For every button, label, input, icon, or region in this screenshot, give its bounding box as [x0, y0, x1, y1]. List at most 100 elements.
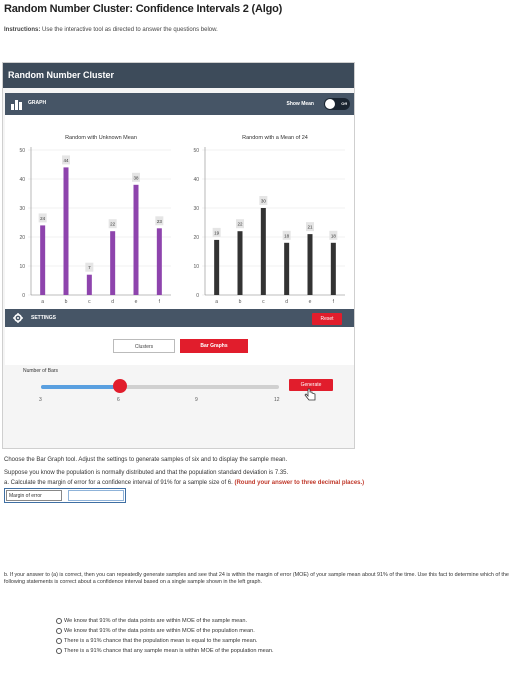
settings-label: SETTINGS	[31, 315, 57, 321]
radio-button[interactable]	[56, 618, 62, 624]
answer-option[interactable]: There is a 91% chance that the populatio…	[56, 637, 274, 647]
bar-value-label: 21	[307, 225, 313, 230]
chart-bar	[40, 225, 46, 295]
instructions: Instructions: Use the interactive tool a…	[4, 27, 218, 33]
rounding-note: (Round your answer to three decimal plac…	[234, 480, 365, 486]
x-tick-label: c	[88, 299, 91, 305]
toggle-knob	[325, 99, 335, 109]
settings-bar[interactable]: SETTINGS	[5, 309, 354, 327]
chart-bar	[133, 184, 139, 295]
y-tick-label: 0	[22, 293, 25, 299]
slider-tick: 3	[39, 397, 42, 403]
bar-value-label: 24	[40, 216, 46, 221]
chart-bar	[307, 234, 313, 295]
chart-bar	[284, 242, 290, 295]
instruction-line-1: Choose the Bar Graph tool. Adjust the se…	[4, 457, 288, 463]
y-tick-label: 30	[193, 206, 199, 212]
bar-value-label: 30	[261, 199, 267, 204]
random-number-cluster-widget: Random Number Cluster GRAPH Show Mean Of…	[2, 62, 355, 449]
chart-bar	[237, 231, 243, 295]
x-tick-label: a	[41, 299, 44, 305]
answer-option[interactable]: There is a 91% chance that any sample me…	[56, 647, 274, 657]
show-mean-label: Show Mean	[286, 101, 314, 107]
slider-fill	[41, 385, 121, 389]
option-text: We know that 91% of the data points are …	[64, 628, 255, 634]
margin-of-error-label: Margin of error	[6, 490, 62, 501]
x-tick-label: d	[285, 299, 288, 305]
bar-value-label: 18	[331, 233, 337, 238]
bar-value-label: 38	[133, 175, 139, 180]
bar-value-label: 23	[157, 219, 163, 224]
widget-header: Random Number Cluster	[3, 63, 354, 88]
chart-title: Random with a Mean of 24	[242, 135, 308, 141]
show-mean-toggle[interactable]: Off	[324, 98, 350, 110]
radio-button[interactable]	[56, 648, 62, 654]
toggle-state: Off	[341, 101, 347, 106]
chart-bar	[330, 242, 336, 295]
chart-area: Random with Unknown Mean 0 10 20 30 40 50 24 a 44…	[5, 115, 354, 365]
bar-value-label: 22	[237, 222, 243, 227]
tab-bar-graphs[interactable]: Bar Graphs	[180, 339, 248, 353]
y-tick-label: 50	[19, 148, 25, 154]
y-tick-label: 30	[19, 206, 25, 212]
x-tick-label: b	[65, 299, 68, 305]
y-tick-label: 10	[193, 264, 199, 270]
chart-bar	[86, 274, 92, 295]
graph-label: GRAPH	[28, 100, 47, 106]
chart-bar	[110, 231, 116, 295]
instructions-text: Use the interactive tool as directed to …	[42, 27, 218, 33]
chart-bar	[156, 228, 162, 295]
radio-button[interactable]	[56, 638, 62, 644]
y-tick-label: 40	[193, 177, 199, 183]
slider-tick: 6	[117, 397, 120, 403]
bar-value-label: 19	[214, 230, 220, 235]
bar-value-label: 18	[284, 233, 290, 238]
x-tick-label: f	[159, 299, 161, 305]
margin-of-error-input[interactable]	[68, 490, 124, 501]
x-tick-label: c	[262, 299, 265, 305]
slider-tick: 12	[274, 397, 280, 403]
gear-icon	[13, 313, 23, 323]
bar-value-label: 22	[110, 222, 116, 227]
pointer-hand-icon	[304, 388, 316, 401]
instruction-line-2: Suppose you know the population is norma…	[4, 470, 289, 476]
question-a-text: a. Calculate the margin of error for a c…	[4, 480, 233, 486]
y-tick-label: 40	[19, 177, 25, 183]
x-tick-label: b	[239, 299, 242, 305]
chart-bar	[214, 239, 220, 295]
tool-tabs: Clusters Bar Graphs	[113, 339, 251, 353]
bar-graph-icon	[11, 100, 22, 110]
tab-clusters[interactable]: Clusters	[113, 339, 175, 353]
y-tick-label: 0	[196, 293, 199, 299]
option-text: We know that 91% of the data points are …	[64, 618, 248, 624]
chart-bar	[260, 208, 266, 295]
charts-svg: Random with Unknown Mean 0 10 20 30 40 50 24 a 44…	[19, 135, 345, 305]
y-tick-label: 50	[193, 148, 199, 154]
radio-button[interactable]	[56, 628, 62, 634]
reset-button[interactable]: Reset	[312, 313, 342, 325]
chart-bar	[63, 167, 69, 295]
instructions-label: Instructions:	[4, 27, 41, 33]
x-tick-label: e	[135, 299, 138, 305]
y-tick-label: 20	[19, 235, 25, 241]
option-text: There is a 91% chance that the populatio…	[64, 638, 258, 644]
slider-thumb[interactable]	[113, 379, 128, 393]
x-tick-label: a	[215, 299, 218, 305]
x-tick-label: e	[309, 299, 312, 305]
x-tick-label: f	[333, 299, 335, 305]
y-tick-label: 10	[19, 264, 25, 270]
chart-title: Random with Unknown Mean	[65, 135, 137, 141]
bar-value-label: 44	[63, 158, 69, 163]
question-a: a. Calculate the margin of error for a c…	[4, 480, 364, 486]
answer-option[interactable]: We know that 91% of the data points are …	[56, 627, 274, 637]
x-tick-label: d	[111, 299, 114, 305]
answer-option[interactable]: We know that 91% of the data points are …	[56, 617, 274, 627]
question-b: b. If your answer to (a) is correct, the…	[4, 572, 509, 585]
slider-tick: 9	[195, 397, 198, 403]
y-tick-label: 20	[193, 235, 199, 241]
graph-toolbar: GRAPH Show Mean Off	[5, 93, 354, 115]
answer-options: We know that 91% of the data points are …	[56, 617, 274, 657]
number-of-bars-label: Number of Bars	[23, 368, 59, 374]
page-title: Random Number Cluster: Confidence Interv…	[4, 3, 283, 15]
margin-of-error-field: Margin of error	[4, 488, 126, 503]
